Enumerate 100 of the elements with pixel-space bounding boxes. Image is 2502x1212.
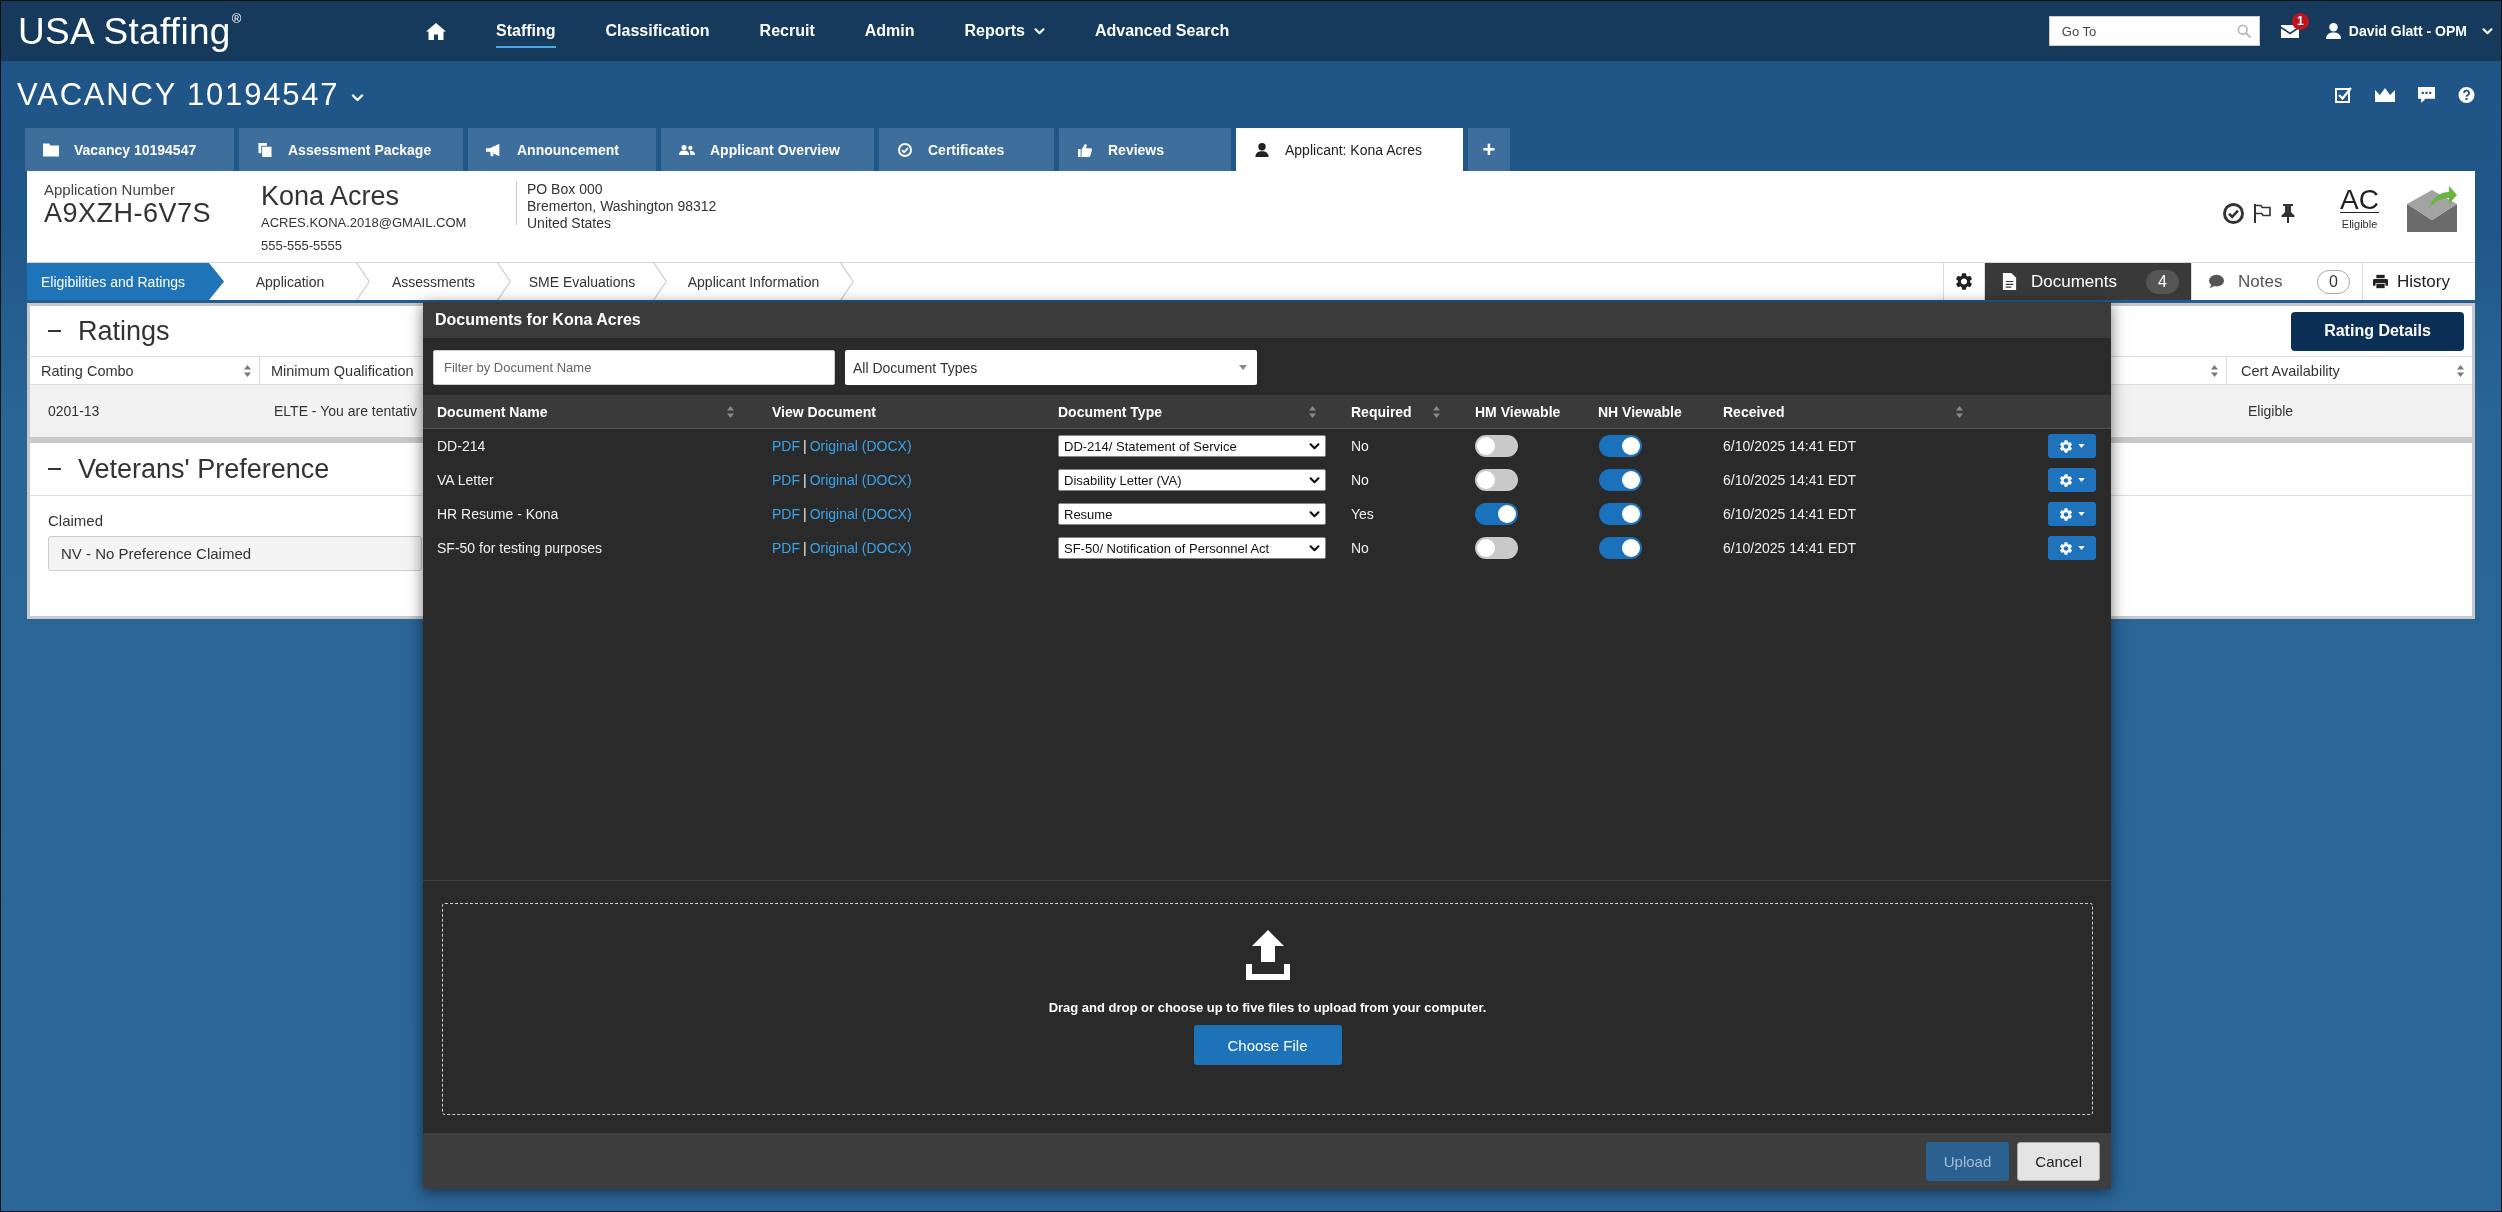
copy-icon xyxy=(257,142,273,157)
flag-icon[interactable] xyxy=(2254,204,2272,223)
pushpin-icon[interactable] xyxy=(2281,204,2296,223)
chevron-down-icon xyxy=(1033,27,1045,35)
pdf-link[interactable]: PDF xyxy=(772,540,800,556)
rating-details-button[interactable]: Rating Details xyxy=(2291,311,2464,351)
toggle-switch[interactable] xyxy=(1599,537,1642,559)
sort-icon[interactable] xyxy=(1433,405,1440,418)
document-type-filter[interactable]: All Document Types xyxy=(845,350,1257,385)
tab[interactable]: Assessment Package xyxy=(239,128,463,171)
status-code: AC xyxy=(2340,183,2379,217)
add-tab-button[interactable]: + xyxy=(1468,128,1510,171)
document-name: SF-50 for testing purposes xyxy=(437,540,602,556)
section-title: Ratings xyxy=(78,315,170,347)
chevron-down-icon xyxy=(2482,27,2493,35)
check-circle-icon xyxy=(897,142,913,157)
usa-staffing-logo[interactable]: USA Staffing$^{®}$ xyxy=(18,12,242,50)
column-header: Minimum Qualification xyxy=(271,362,414,379)
nav-link[interactable]: Classification xyxy=(605,14,710,48)
check-circle-icon[interactable] xyxy=(2223,203,2245,224)
sort-icon[interactable] xyxy=(727,405,734,418)
document-type-select[interactable]: Disability Letter (VA) xyxy=(1058,469,1326,491)
document-type-select[interactable]: SF-50/ Notification of Personnel Act xyxy=(1058,537,1326,559)
document-icon xyxy=(2002,273,2017,290)
actions-button[interactable] xyxy=(2048,502,2096,526)
address-line: Bremerton, Washington 98312 xyxy=(527,198,717,215)
drop-zone-instructions: Drag and drop or choose up to five files to upload from your computer. xyxy=(1048,1000,1487,1015)
step-tab[interactable]: Eligibilities and Ratings xyxy=(27,263,224,300)
panel-tab[interactable]: Documents 4 xyxy=(1984,263,2191,300)
table-cell: 0201-13 xyxy=(48,403,100,419)
nav-link[interactable]: Admin xyxy=(864,14,915,48)
nav-link[interactable]: Staffing xyxy=(496,14,556,48)
tab[interactable]: Applicant: Kona Acres xyxy=(1236,128,1463,171)
sort-icon[interactable] xyxy=(1309,405,1316,418)
mail-icon[interactable] xyxy=(2280,24,2299,38)
file-drop-zone[interactable]: Drag and drop or choose up to five files to upload from your computer. Choose File xyxy=(442,903,2093,1115)
envelope-arrow-icon[interactable] xyxy=(2407,184,2457,232)
sort-icon[interactable] xyxy=(2457,364,2464,377)
pdf-link[interactable]: PDF xyxy=(772,472,800,488)
nav-link[interactable]: Recruit xyxy=(759,14,815,48)
table-cell: ELTE - You are tentativ xyxy=(274,403,417,419)
preference-field[interactable]: NV - No Preference Claimed xyxy=(48,536,422,571)
pdf-link[interactable]: PDF xyxy=(772,438,800,454)
nav-link[interactable]: Advanced Search xyxy=(1094,14,1230,48)
dialog-button[interactable]: Cancel xyxy=(2017,1141,2100,1181)
document-name: VA Letter xyxy=(437,472,494,488)
tab[interactable]: Certificates xyxy=(879,128,1054,171)
original-file-link[interactable]: Original (DOCX) xyxy=(809,472,912,488)
step-tab[interactable]: Application xyxy=(224,263,370,300)
toggle-switch[interactable] xyxy=(1599,503,1642,525)
column-header: Document Type xyxy=(1058,403,1162,420)
document-name: DD-214 xyxy=(437,438,486,454)
tab[interactable]: Vacancy 10194547 xyxy=(25,128,234,171)
actions-button[interactable] xyxy=(2048,536,2096,560)
chevron-down-icon[interactable] xyxy=(351,93,365,102)
pdf-link[interactable]: PDF xyxy=(772,506,800,522)
tab[interactable]: Reviews xyxy=(1059,128,1231,171)
tab[interactable]: Applicant Overview xyxy=(661,128,874,171)
original-file-link[interactable]: Original (DOCX) xyxy=(809,540,912,556)
toggle-switch[interactable] xyxy=(1599,469,1642,491)
toggle-switch[interactable] xyxy=(1475,435,1518,457)
count-badge: 4 xyxy=(2146,269,2179,294)
toggle-switch[interactable] xyxy=(1475,469,1518,491)
applicant-phone: 555-555-5555 xyxy=(261,237,342,255)
help-icon[interactable] xyxy=(2458,86,2475,103)
document-type-select[interactable]: Resume xyxy=(1058,503,1326,525)
toggle-switch[interactable] xyxy=(1475,503,1518,525)
step-tab[interactable]: Assessments xyxy=(370,263,511,300)
caret-icon xyxy=(2077,512,2085,516)
step-tab[interactable]: Applicant Information xyxy=(667,263,854,300)
printer-icon xyxy=(2373,273,2388,290)
column-header: Required xyxy=(1351,403,1412,420)
actions-button[interactable] xyxy=(2048,434,2096,458)
chat-icon[interactable] xyxy=(2418,86,2435,103)
link-separator: | xyxy=(803,472,807,488)
toggle-switch[interactable] xyxy=(1599,435,1642,457)
go-to-search-field[interactable]: Go To xyxy=(2048,16,2260,46)
address-line: PO Box 000 xyxy=(527,181,603,198)
thumbs-up-icon xyxy=(1077,142,1093,157)
step-tab[interactable]: SME Evaluations xyxy=(511,263,667,300)
choose-file-button[interactable]: Choose File xyxy=(1193,1025,1342,1065)
link-separator: | xyxy=(803,506,807,522)
original-file-link[interactable]: Original (DOCX) xyxy=(809,438,912,454)
required-value: No xyxy=(1351,540,1369,556)
toggle-switch[interactable] xyxy=(1475,537,1518,559)
link-separator: | xyxy=(803,540,807,556)
nav-menu-link[interactable]: Reports xyxy=(964,14,1045,48)
filter-field[interactable]: Filter by Document Name xyxy=(433,350,835,385)
applicant-email: ACRES.KONA.2018@GMAIL.COM xyxy=(261,214,467,232)
document-type-select[interactable]: DD-214/ Statement of Service xyxy=(1058,435,1326,457)
actions-button[interactable] xyxy=(2048,468,2096,492)
check-square-icon[interactable] xyxy=(2335,86,2352,103)
sort-icon[interactable] xyxy=(244,364,251,377)
sort-icon[interactable] xyxy=(1956,405,1963,418)
crown-icon[interactable] xyxy=(2375,87,2395,102)
user-menu-button[interactable]: David Glatt - OPM xyxy=(2325,23,2493,39)
user-icon xyxy=(2325,23,2341,39)
sort-icon[interactable] xyxy=(2211,364,2218,377)
tab[interactable]: Announcement xyxy=(468,128,656,171)
original-file-link[interactable]: Original (DOCX) xyxy=(809,506,912,522)
